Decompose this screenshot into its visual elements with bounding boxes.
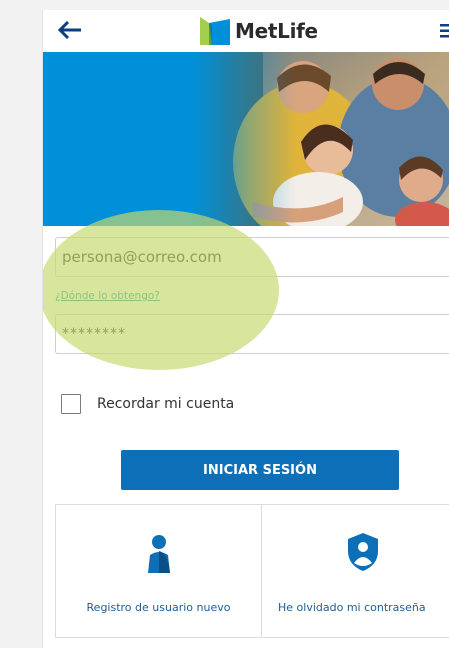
checkbox[interactable]: [61, 394, 81, 414]
register-card[interactable]: Registro de usuario nuevo: [55, 504, 262, 638]
password-field[interactable]: ********: [55, 314, 449, 354]
email-field[interactable]: persona@correo.com: [55, 237, 449, 277]
password-value: ********: [62, 326, 126, 342]
email-value: persona@correo.com: [62, 248, 222, 266]
brand-name: MetLife: [235, 19, 318, 43]
action-cards: Registro de usuario nuevo He olvidado mi…: [55, 504, 449, 638]
where-to-get-link[interactable]: ¿Dónde lo obtengo?: [55, 290, 160, 302]
app-header: MetLife: [43, 10, 449, 52]
phone-screen: MetLife persona@correo.com ¿Dónde lo obt…: [42, 10, 449, 648]
login-button[interactable]: INICIAR SESIÓN: [121, 450, 399, 490]
remember-account-checkbox[interactable]: Recordar mi cuenta: [61, 394, 234, 414]
metlife-logo: MetLife: [200, 16, 318, 46]
shield-user-icon: [346, 531, 378, 571]
hero-banner: [43, 52, 449, 226]
family-photo: [193, 52, 449, 226]
user-icon: [144, 533, 174, 573]
arrow-left-icon[interactable]: [57, 19, 83, 41]
register-label: Registro de usuario nuevo: [86, 601, 231, 614]
remember-label: Recordar mi cuenta: [97, 396, 235, 412]
forgot-password-card[interactable]: He olvidado mi contraseña: [261, 504, 449, 638]
metlife-logo-icon: [200, 17, 230, 45]
forgot-password-label: He olvidado mi contraseña: [278, 601, 426, 614]
hamburger-menu-icon[interactable]: [440, 23, 449, 39]
